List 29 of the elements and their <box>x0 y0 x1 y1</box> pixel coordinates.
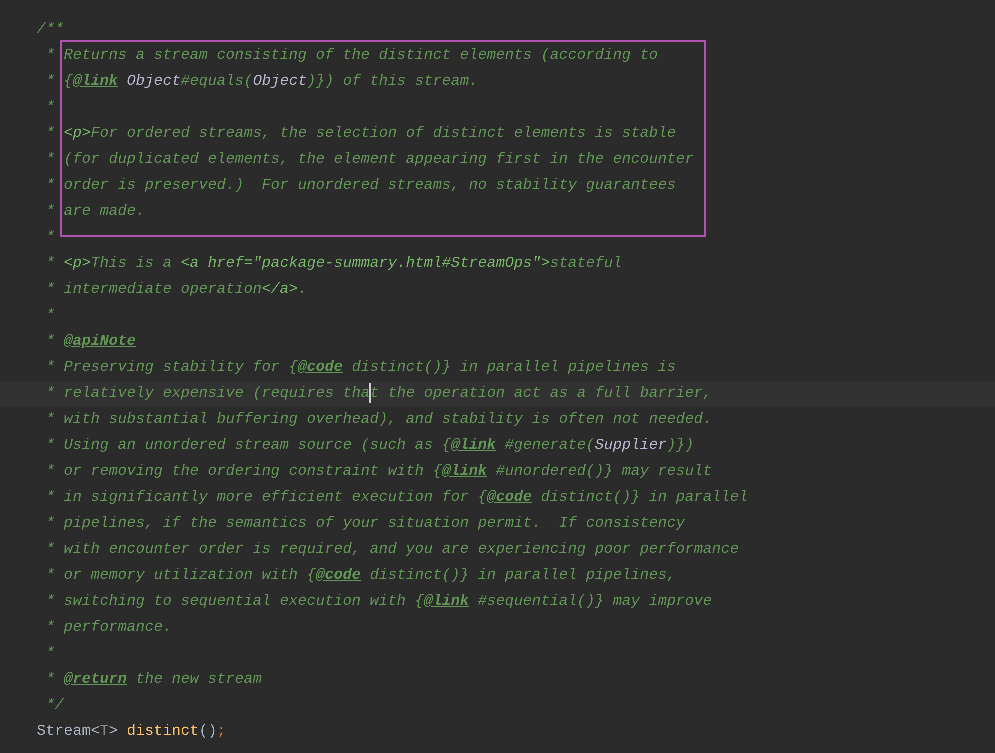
comment-line: * Preserving stability for {@code distinct()} in parallel pipelines is <box>45 358 676 378</box>
comment-line: * Using an unordered stream source (such as {@link #generate(Supplier)}) <box>45 436 694 456</box>
comment-line: * @return the new stream <box>45 670 262 690</box>
comment-line: * <box>45 644 56 664</box>
comment-line: * in significantly more efficient execution for {@code distinct()} in parallel <box>45 488 748 508</box>
comment-line: * <p>For ordered streams, the selection of distinct elements is stable <box>45 124 676 144</box>
code-line: Stream<T> distinct(); <box>37 722 226 742</box>
comment-line: * <box>45 228 56 248</box>
comment-line: * intermediate operation</a>. <box>45 280 308 300</box>
comment-line: * with substantial buffering overhead), and stability is often not needed. <box>45 410 712 430</box>
comment-line: /** <box>37 20 64 40</box>
comment-line: * pipelines, if the semantics of your situation permit. If consistency <box>45 514 686 534</box>
comment-line: * <p>This is a <a href="package-summary.html#StreamOps">stateful <box>45 254 622 274</box>
comment-line: * relatively expensive (requires that the operation act as a full barrier, <box>45 382 712 405</box>
comment-line: * are made. <box>45 202 146 222</box>
comment-line: * <box>45 306 56 326</box>
comment-line: * with encounter order is required, and you are experiencing poor performance <box>45 540 740 560</box>
comment-line: * (for duplicated elements, the element appearing first in the encounter <box>45 150 694 170</box>
comment-line: * Returns a stream consisting of the distinct elements (according to <box>45 46 658 66</box>
comment-line: */ <box>45 696 64 716</box>
comment-line: * order is preserved.) For unordered streams, no stability guarantees <box>45 176 676 196</box>
text-cursor <box>369 382 372 403</box>
comment-line: * {@link Object#equals(Object)}) of this stream. <box>45 72 478 92</box>
comment-line: * @apiNote <box>45 332 136 352</box>
comment-line: * or removing the ordering constraint with {@link #unordered()} may result <box>45 462 712 482</box>
comment-line: * performance. <box>45 618 172 638</box>
comment-line: * or memory utilization with {@code distinct()} in parallel pipelines, <box>45 566 676 586</box>
comment-line: * <box>45 98 56 118</box>
comment-line: * switching to sequential execution with {@link #sequential()} may improve <box>45 592 712 612</box>
